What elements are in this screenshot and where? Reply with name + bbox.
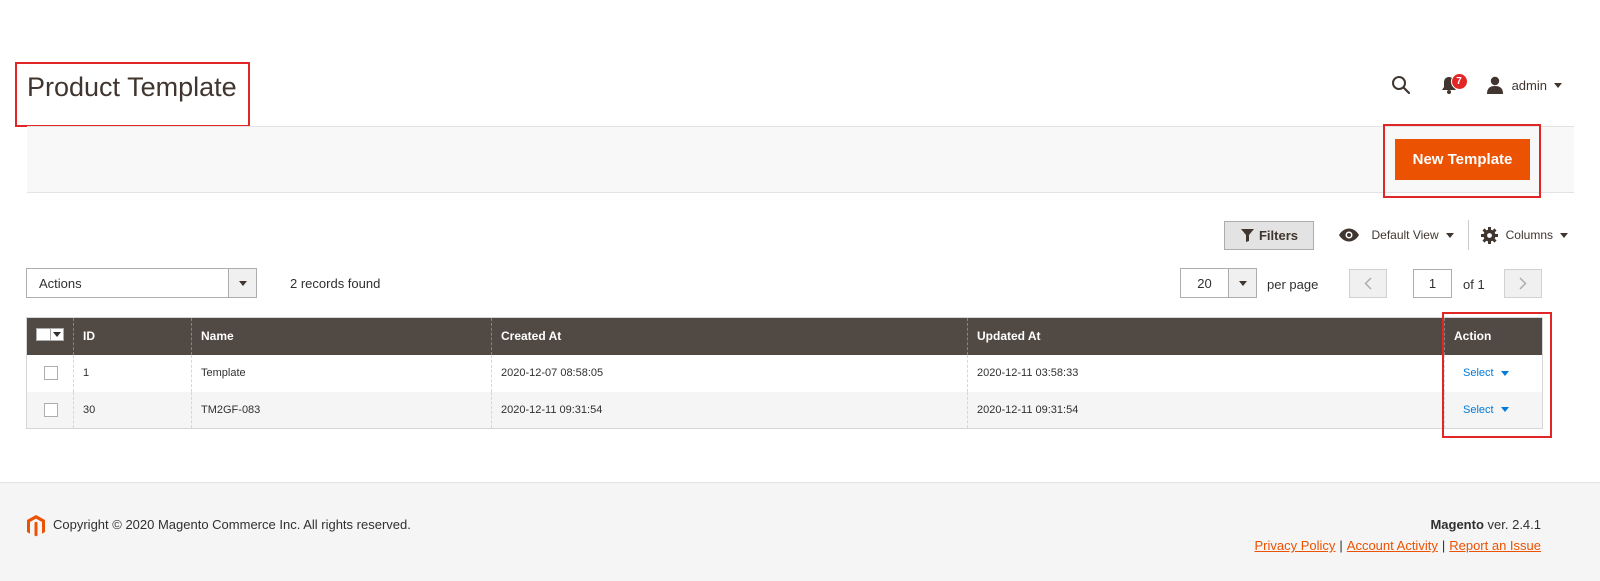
row-action-select[interactable]: Select	[1463, 367, 1509, 379]
gear-icon	[1480, 226, 1498, 244]
magento-logo-icon	[27, 515, 45, 537]
version-info: Magento ver. 2.4.1	[1430, 517, 1541, 532]
search-button[interactable]	[1386, 70, 1416, 100]
mass-select-dropdown[interactable]	[51, 328, 64, 342]
filter-icon	[1240, 228, 1254, 242]
view-switcher[interactable]: Default View	[1338, 228, 1454, 242]
dropdown-toggle[interactable]	[1228, 269, 1256, 297]
current-page-input[interactable]	[1413, 269, 1452, 298]
eye-icon	[1339, 228, 1360, 242]
notification-count-badge: 7	[1450, 73, 1468, 90]
chevron-down-icon	[53, 332, 61, 338]
row-select-cell	[27, 355, 74, 392]
chevron-down-icon	[1445, 232, 1454, 238]
page-title: Product Template	[27, 72, 237, 102]
chevron-down-icon	[1500, 407, 1509, 413]
table-row[interactable]: 30 TM2GF-083 2020-12-11 09:31:54 2020-12…	[26, 391, 1543, 429]
columns-label: Columns	[1505, 228, 1553, 242]
privacy-policy-link[interactable]: Privacy Policy	[1254, 538, 1335, 553]
column-header-id[interactable]: ID	[73, 317, 192, 355]
filters-label: Filters	[1258, 227, 1298, 243]
cell-action: Select	[1444, 391, 1543, 429]
view-label: Default View	[1371, 228, 1439, 242]
cell-updated-at: 2020-12-11 03:58:33	[967, 354, 1445, 392]
grid-toolbar: Filters Default View Columns	[1224, 220, 1568, 250]
per-page-select[interactable]: 20	[1180, 268, 1257, 298]
user-icon	[1486, 76, 1503, 94]
chevron-down-icon	[1560, 232, 1568, 238]
link-separator: |	[1441, 538, 1446, 553]
chevron-down-icon	[238, 280, 247, 286]
row-select-cell	[26, 391, 74, 429]
brand-name: Magento	[1430, 517, 1484, 532]
per-page-label: per page	[1267, 277, 1319, 292]
cell-name: Template	[191, 354, 492, 392]
row-checkbox[interactable]	[44, 402, 58, 417]
next-page-button[interactable]	[1504, 269, 1542, 298]
row-action-label: Select	[1463, 367, 1494, 379]
user-name: admin	[1511, 77, 1547, 93]
records-found: 2 records found	[290, 276, 381, 291]
filters-button[interactable]: Filters	[1224, 220, 1315, 250]
table-row[interactable]: 1 Template 2020-12-07 08:58:05 2020-12-1…	[27, 354, 1543, 392]
cell-action: Select	[1444, 354, 1543, 392]
notifications-button[interactable]: 7	[1434, 70, 1468, 100]
columns-control[interactable]: Columns	[1480, 226, 1568, 244]
mass-actions-select[interactable]: Actions	[26, 268, 257, 298]
chevron-left-icon	[1364, 277, 1372, 290]
dropdown-toggle[interactable]	[228, 269, 256, 297]
chevron-down-icon	[1238, 280, 1247, 286]
report-issue-link[interactable]: Report an Issue	[1449, 538, 1541, 553]
mass-actions-label: Actions	[39, 275, 82, 291]
copyright-text: Copyright © 2020 Magento Commerce Inc. A…	[53, 517, 411, 532]
chevron-down-icon	[1554, 82, 1562, 88]
link-separator: |	[1339, 538, 1343, 553]
cell-id: 30	[73, 391, 192, 429]
row-action-select[interactable]: Select	[1463, 404, 1509, 416]
row-action-label: Select	[1463, 403, 1494, 416]
cell-created-at: 2020-12-11 09:31:54	[491, 391, 968, 429]
page-actions-bar	[27, 126, 1574, 193]
total-pages: of 1	[1463, 277, 1485, 292]
column-header-updated-at[interactable]: Updated At	[967, 317, 1445, 355]
previous-page-button[interactable]	[1349, 269, 1387, 298]
account-activity-link[interactable]: Account Activity	[1347, 538, 1438, 553]
footer: Copyright © 2020 Magento Commerce Inc. A…	[0, 482, 1600, 581]
new-template-button[interactable]: New Template	[1396, 140, 1529, 179]
row-checkbox[interactable]	[44, 366, 58, 380]
search-icon	[1391, 76, 1410, 95]
cell-name: TM2GF-083	[191, 391, 492, 429]
divider	[1467, 220, 1469, 250]
data-grid: ID Name Created At Updated At Action 1 T…	[26, 317, 1543, 429]
grid-header-row: ID Name Created At Updated At Action	[26, 317, 1543, 355]
mass-select-checkbox[interactable]	[36, 328, 51, 342]
chevron-right-icon	[1519, 277, 1527, 290]
column-header-name[interactable]: Name	[191, 317, 492, 355]
mass-select-header	[26, 317, 74, 355]
per-page-value: 20	[1197, 275, 1212, 291]
version-number: ver. 2.4.1	[1483, 517, 1541, 532]
cell-id: 1	[73, 354, 192, 392]
footer-links: Privacy Policy | Account Activity | Report a…	[1254, 538, 1541, 553]
cell-updated-at: 2020-12-11 09:31:54	[967, 391, 1445, 429]
column-header-action: Action	[1444, 317, 1543, 355]
chevron-down-icon	[1500, 370, 1509, 376]
header-actions: 7 admin	[1386, 70, 1562, 100]
mass-select-control[interactable]	[36, 328, 64, 342]
column-header-created-at[interactable]: Created At	[491, 317, 968, 355]
user-menu[interactable]: admin	[1486, 76, 1562, 94]
cell-created-at: 2020-12-07 08:58:05	[491, 354, 968, 392]
